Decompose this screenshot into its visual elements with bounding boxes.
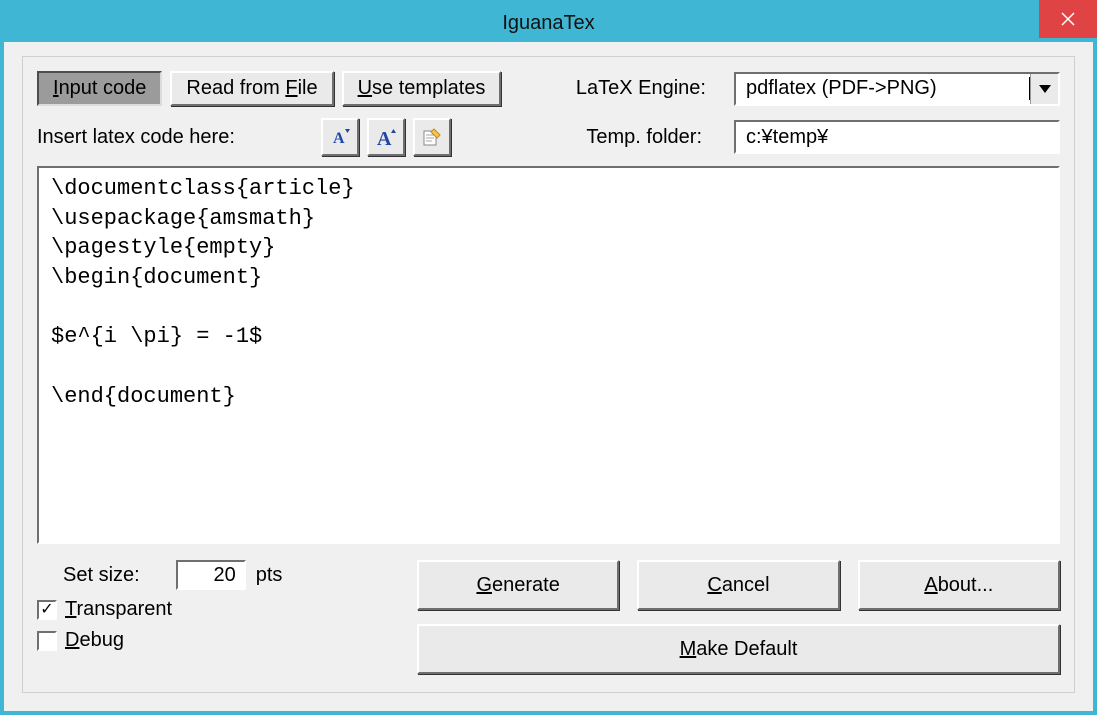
make-default-row: Make Default [417, 624, 1060, 674]
size-row: Set size: pts [37, 560, 377, 590]
bottom-left: Set size: pts ✓ Transparent Debug [37, 560, 377, 652]
engine-combo[interactable]: pdflatex (PDF->PNG) [734, 72, 1060, 106]
tab-input-code[interactable]: Input code [37, 71, 162, 106]
font-increase-button[interactable]: A [367, 118, 405, 156]
pts-label: pts [256, 564, 283, 587]
font-decrease-icon: A [328, 125, 352, 149]
second-row: Insert latex code here: A A [37, 118, 1060, 156]
insert-code-label: Insert latex code here: [37, 126, 235, 149]
font-decrease-button[interactable]: A [321, 118, 359, 156]
debug-row[interactable]: Debug [37, 629, 377, 652]
bottom-right: Generate Cancel About... Make Default [417, 560, 1060, 674]
svg-text:A: A [377, 128, 392, 149]
tab-input-code-label: nput code [59, 77, 147, 99]
engine-label: LaTeX Engine: [576, 77, 706, 100]
temp-folder-input[interactable] [734, 120, 1060, 154]
tab-use-templates[interactable]: Use templates [342, 71, 502, 106]
debug-checkbox[interactable] [37, 631, 57, 651]
close-button[interactable] [1039, 0, 1097, 38]
generate-button[interactable]: Generate [417, 560, 619, 610]
size-input[interactable] [176, 560, 246, 590]
set-size-label: Set size: [63, 564, 140, 587]
font-increase-icon: A [374, 125, 398, 149]
debug-label: ebug [79, 629, 124, 651]
engine-value: pdflatex (PDF->PNG) [736, 77, 1030, 100]
client-area: Input code Read from File Use templates … [4, 42, 1093, 711]
svg-text:A: A [333, 130, 345, 147]
transparent-checkbox[interactable]: ✓ [37, 600, 57, 620]
button-row: Generate Cancel About... [417, 560, 1060, 610]
titlebar: IguanaTex [4, 4, 1093, 42]
top-row: Input code Read from File Use templates … [37, 71, 1060, 106]
temp-folder-label: Temp. folder: [586, 126, 702, 149]
format-button[interactable] [413, 118, 451, 156]
chevron-down-icon[interactable] [1030, 74, 1058, 104]
window-title: IguanaTex [4, 12, 1093, 35]
tab-read-file[interactable]: Read from File [170, 71, 333, 106]
bottom-area: Set size: pts ✓ Transparent Debug [37, 560, 1060, 674]
about-button[interactable]: About... [858, 560, 1060, 610]
code-textarea[interactable] [37, 166, 1060, 544]
close-icon [1061, 12, 1075, 26]
make-default-button[interactable]: Make Default [417, 624, 1060, 674]
window-frame: IguanaTex Input code Read from File Use … [0, 0, 1097, 715]
main-panel: Input code Read from File Use templates … [22, 56, 1075, 693]
transparent-row[interactable]: ✓ Transparent [37, 598, 377, 621]
transparent-label: ransparent [76, 598, 172, 620]
format-icon [420, 125, 444, 149]
cancel-button[interactable]: Cancel [637, 560, 839, 610]
